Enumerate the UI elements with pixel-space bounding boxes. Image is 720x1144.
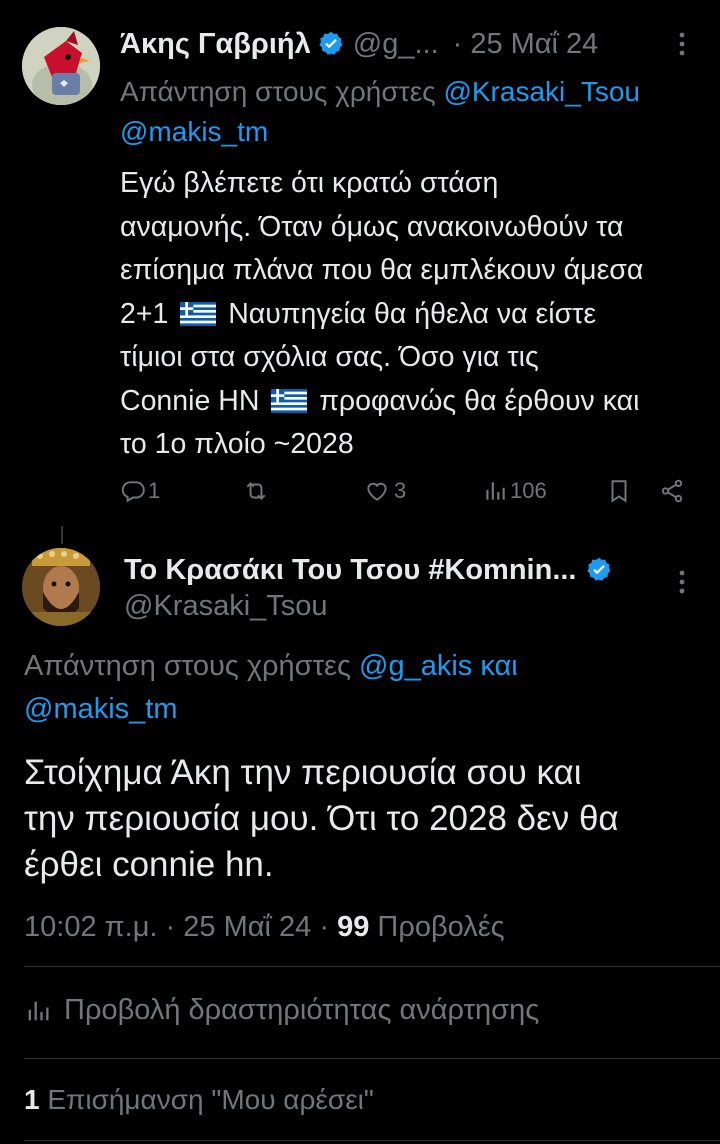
tweet2-views-label: Προβολές	[377, 911, 505, 943]
reply-icon	[121, 481, 145, 503]
reply-prefix: Απάντηση στους χρήστες	[24, 650, 351, 682]
thread-connector	[61, 526, 63, 544]
reply-conjunction: και	[480, 650, 518, 682]
tweet1-line-part: προφανώς θα έρθουν και	[319, 384, 640, 417]
tweet1-line: 2+1 Ναυπηγεία θα ήθελα να είστε	[120, 293, 710, 337]
tweet1-header: Άκης Γαβριήλ @g_... · 25 Μαΐ 24	[120, 24, 720, 64]
tweet1-reply-context: Απάντηση στους χρήστες @Krasaki_Tsou	[120, 72, 720, 112]
reply-prefix: Απάντηση στους χρήστες	[120, 76, 436, 107]
tweet1-line-part: 2+1	[120, 297, 169, 330]
meta-separator: ·	[319, 911, 329, 943]
avatar-akis[interactable]	[22, 27, 100, 105]
views-button[interactable]: 106	[482, 478, 547, 504]
tweet2-meta: 10:02 π.μ. · 25 Μαΐ 24 · 99 Προβολές	[24, 906, 714, 948]
tweet2-views-count: 99	[337, 911, 370, 943]
avatar-krasaki[interactable]	[22, 548, 100, 626]
tweet2-line: έρθει connie hn.	[24, 845, 274, 884]
divider	[24, 966, 720, 967]
tweet1-line-part: Ναυπηγεία θα ήθελα να είστε	[228, 297, 597, 330]
tweet2-reply-context: Απάντηση στους χρήστες @g_akis και	[24, 645, 704, 687]
tweet1-line: το 1ο πλοίο ~2028	[120, 428, 354, 460]
tweet2-header: Το Κρασάκι Του Τσου #Komnin...	[124, 550, 664, 590]
mention-link[interactable]: @g_akis	[359, 650, 472, 682]
like-icon	[367, 482, 387, 501]
post-activity-link[interactable]: Προβολή δραστηριότητας ανάρτησης	[24, 994, 539, 1027]
greek-flag-icon	[271, 388, 308, 413]
tweet2-time[interactable]: 10:02 π.μ.	[24, 911, 157, 943]
tweet1-text: Εγώ βλέπετε ότι κρατώ στάση αναμονής. Ότ…	[120, 162, 710, 467]
share-icon	[661, 479, 683, 503]
tweet1-line: Connie HN προφανώς θα έρθουν και	[120, 380, 710, 424]
tweet2-date[interactable]: 25 Μαΐ 24	[183, 911, 311, 943]
bookmark-button[interactable]	[606, 478, 632, 504]
tweet2-handle[interactable]: @Krasaki_Tsou	[124, 588, 328, 624]
greek-flag-icon	[180, 301, 217, 326]
tweet2-text: Στοίχημα Άκη την περιουσία σου και την π…	[24, 750, 714, 888]
tweet2-line: Στοίχημα Άκη την περιουσία σου και	[24, 753, 582, 792]
tweet1-line-part: Connie HN	[120, 384, 260, 417]
likes-link[interactable]: 1 Επισήμανση "Μου αρέσει"	[24, 1080, 374, 1120]
tweet1-line: αναμονής. Όταν όμως ανακοινωθούν τα	[120, 210, 624, 243]
like-count: 3	[394, 478, 407, 503]
mention-link[interactable]: @makis_tm	[120, 116, 268, 147]
tweet1-line: τίμιοι στα σχόλια σας. Όσο για τις	[120, 341, 539, 373]
like-button[interactable]: 3	[364, 478, 406, 504]
reply-button[interactable]: 1	[120, 478, 160, 504]
tweet1-line: Εγώ βλέπετε ότι κρατώ στάση	[120, 167, 499, 199]
tweet1-separator: ·	[452, 27, 463, 60]
mention-link[interactable]: @makis_tm	[24, 693, 178, 725]
retweet-icon	[246, 482, 266, 500]
tweet1-line: επίσημα πλάνα που θα εμπλέκουν άμεσα	[120, 254, 644, 286]
share-button[interactable]	[659, 478, 685, 504]
tweet1-reply-context-2: @makis_tm	[120, 112, 268, 152]
divider	[24, 1058, 720, 1059]
tweet1-date[interactable]: 25 Μαΐ 24	[470, 28, 598, 61]
views-icon	[486, 482, 505, 500]
tweet2-line: την περιουσία μου. Ότι το 2028 δεν θα	[24, 799, 619, 838]
tweet2-reply-context-2: @makis_tm	[24, 688, 178, 730]
more-icon[interactable]	[672, 568, 692, 596]
more-icon[interactable]	[672, 30, 692, 58]
activity-label: Προβολή δραστηριότητας ανάρτησης	[64, 994, 540, 1026]
tweet1-handle[interactable]: @g_...	[353, 28, 439, 61]
likes-count: 1	[24, 1084, 40, 1115]
analytics-icon	[28, 1001, 49, 1020]
verified-icon	[586, 557, 610, 581]
divider	[24, 1140, 720, 1141]
tweet2-display-name[interactable]: Το Κρασάκι Του Τσου #Komnin...	[124, 554, 577, 587]
reply-count: 1	[148, 478, 161, 503]
verified-icon	[319, 31, 343, 55]
mention-link[interactable]: @Krasaki_Tsou	[443, 76, 640, 107]
bookmark-icon	[611, 480, 627, 503]
views-count: 106	[510, 478, 547, 503]
tweet1-display-name[interactable]: Άκης Γαβριήλ	[120, 28, 311, 61]
likes-label: Επισήμανση "Μου αρέσει"	[47, 1084, 374, 1115]
retweet-button[interactable]	[243, 478, 269, 504]
meta-separator: ·	[165, 911, 176, 943]
